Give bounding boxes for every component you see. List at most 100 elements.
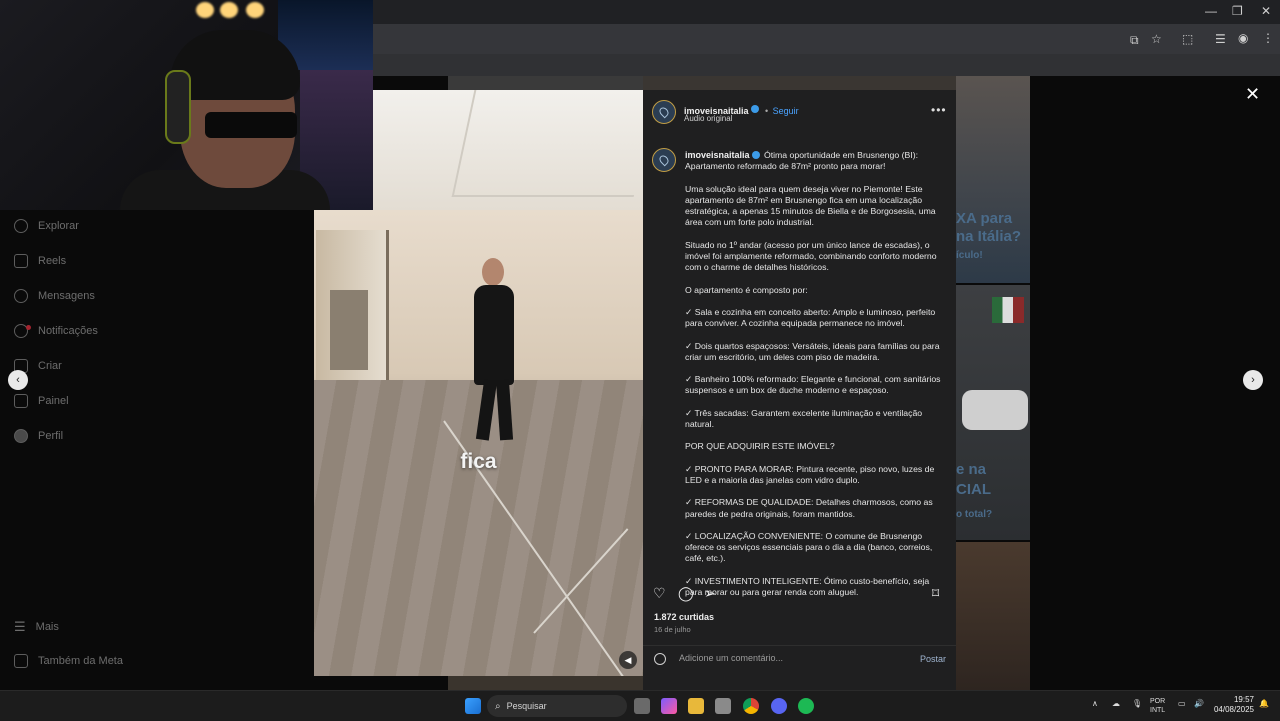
- likes-count[interactable]: 1.872 curtidas: [654, 612, 714, 622]
- webcam-overlay: [0, 0, 373, 210]
- tray-app-icon[interactable]: ☁: [1112, 699, 1120, 708]
- media-icon[interactable]: ☰: [1215, 32, 1226, 46]
- share-icon[interactable]: ➢: [704, 585, 716, 602]
- location-pin-icon: [657, 153, 671, 167]
- streamer-glasses: [205, 112, 297, 138]
- speaker-icon: ◀: [624, 654, 632, 665]
- maximize-icon[interactable]: ❐: [1232, 4, 1243, 18]
- webcam-light: [246, 2, 264, 18]
- nav-dashboard[interactable]: Painel: [14, 394, 69, 408]
- desc-paragraph: ✓ Banheiro 100% reformado: Elegante e fu…: [685, 374, 941, 396]
- separator-dot: •: [764, 106, 769, 116]
- task-view-icon[interactable]: [634, 698, 650, 714]
- compass-icon: [14, 219, 28, 233]
- promo-text: XA para: [956, 210, 1013, 227]
- post-date: 16 de julho: [654, 625, 691, 634]
- desc-paragraph: ✓ Dois quartos espaçosos: Versáteis, ide…: [685, 340, 940, 362]
- language-indicator[interactable]: POR INTL: [1150, 697, 1165, 715]
- hamburger-icon: ☰: [14, 619, 26, 634]
- promo-text: e na: [956, 461, 987, 478]
- profile-icon[interactable]: ◉: [1238, 31, 1248, 45]
- notifications-bell-icon[interactable]: 🔔: [1259, 699, 1269, 708]
- notification-dot: [26, 325, 31, 330]
- windows-start-icon[interactable]: [465, 698, 481, 714]
- location-pin-icon: [657, 105, 671, 119]
- tray-chevron-icon[interactable]: ∧: [1092, 699, 1098, 708]
- save-bookmark-icon[interactable]: ⌑: [932, 585, 939, 602]
- copilot-icon[interactable]: [661, 698, 677, 714]
- video-person-head: [482, 258, 504, 286]
- desc-paragraph: POR QUE ADQUIRIR ESTE IMÓVEL?: [685, 441, 835, 452]
- post-actions: ♡ ◯ ➢ ⌑: [653, 585, 947, 603]
- video-ceiling: [373, 90, 643, 210]
- promo-text: na Itália?: [956, 228, 1022, 245]
- post-description: imoveisnaitalia Ótima oportunidade em Br…: [685, 150, 947, 609]
- comment-input[interactable]: [677, 652, 901, 664]
- nav-more[interactable]: ☰ Mais: [14, 619, 59, 635]
- volume-icon[interactable]: 🔊: [1194, 699, 1204, 708]
- nav-explore[interactable]: Explorar: [14, 219, 79, 233]
- close-modal-icon[interactable]: ✕: [1245, 84, 1260, 105]
- desc-paragraph: Situado no 1º andar (acesso por um único…: [685, 239, 937, 273]
- verified-badge-icon: [750, 104, 759, 113]
- desc-paragraph: O apartamento é composto por:: [685, 284, 808, 295]
- taskbar-clock[interactable]: 19:57 04/08/2025: [1212, 695, 1254, 715]
- audio-label[interactable]: Áudio original: [684, 114, 732, 123]
- nav-also-from-meta[interactable]: Também da Meta: [14, 654, 123, 668]
- webcam-light: [196, 2, 214, 18]
- caption-username[interactable]: imoveisnaitalia: [685, 150, 750, 160]
- grid-icon: [14, 654, 28, 668]
- background-tile: [956, 542, 1030, 690]
- next-post-arrow-icon[interactable]: ›: [1243, 370, 1263, 390]
- chrome-icon[interactable]: [743, 698, 759, 714]
- extensions-icon[interactable]: ⬚: [1182, 32, 1193, 46]
- store-icon[interactable]: [715, 698, 731, 714]
- nav-profile[interactable]: Perfil: [14, 429, 63, 443]
- background-tile: XA para na Itália? ículo!: [956, 76, 1030, 283]
- mute-button[interactable]: ◀: [619, 651, 637, 669]
- comment-row: Postar: [643, 645, 956, 672]
- promo-text: ículo!: [956, 250, 983, 261]
- profile-avatar-icon: [14, 429, 28, 443]
- comment-icon[interactable]: ◯: [678, 585, 694, 602]
- video-caption: fica: [460, 450, 497, 473]
- chart-icon: [14, 394, 28, 408]
- minimize-icon[interactable]: —: [1205, 4, 1217, 18]
- desc-paragraph: ✓ Sala e cozinha em conceito aberto: Amp…: [685, 306, 936, 329]
- network-icon[interactable]: ▭: [1178, 699, 1186, 708]
- headset-icon: [165, 70, 191, 144]
- follow-button[interactable]: Seguir: [773, 106, 799, 116]
- promo-text: CIAL: [956, 481, 991, 498]
- promo-text: o total?: [956, 509, 993, 520]
- desc-paragraph: ✓ LOCALIZAÇÃO CONVENIENTE: O comune de B…: [685, 530, 933, 564]
- nav-reels[interactable]: Reels: [14, 254, 66, 268]
- close-window-icon[interactable]: ✕: [1261, 4, 1271, 18]
- install-app-icon[interactable]: ⧉: [1130, 33, 1139, 48]
- bookmark-star-icon[interactable]: ☆: [1151, 32, 1162, 46]
- spotify-icon[interactable]: [798, 698, 814, 714]
- desc-paragraph: ✓ Três sacadas: Garantem excelente ilumi…: [685, 407, 923, 430]
- more-options-icon[interactable]: •••: [931, 103, 947, 117]
- file-explorer-icon[interactable]: [688, 698, 704, 714]
- microphone-icon[interactable]: 🎙: [1132, 699, 1142, 708]
- browser-menu-icon[interactable]: ⋮: [1262, 31, 1274, 45]
- verified-badge-icon: [751, 150, 760, 159]
- previous-post-arrow-icon[interactable]: ‹: [8, 370, 28, 390]
- windows-taskbar: ⌕ Pesquisar ∧ ☁ 🎙 POR INTL ▭ 🔊 19:57 04/…: [0, 690, 1280, 721]
- like-heart-icon[interactable]: ♡: [653, 585, 666, 602]
- post-comment-button[interactable]: Postar: [920, 654, 946, 664]
- caption-author-avatar[interactable]: [652, 148, 676, 172]
- webcam-light: [220, 2, 238, 18]
- search-icon: ⌕: [495, 700, 501, 712]
- emoji-icon[interactable]: [654, 653, 666, 665]
- ceiling-panel: [451, 90, 643, 197]
- video-person-body: [474, 285, 514, 385]
- background-tile: [448, 676, 643, 690]
- reels-icon: [14, 254, 28, 268]
- reel-video[interactable]: fica: [314, 210, 643, 676]
- italy-flag-icon: [992, 297, 1024, 323]
- nav-messages[interactable]: Mensagens: [14, 289, 95, 303]
- author-avatar[interactable]: [652, 100, 676, 124]
- discord-icon[interactable]: [771, 698, 787, 714]
- taskbar-search[interactable]: ⌕ Pesquisar: [487, 695, 627, 717]
